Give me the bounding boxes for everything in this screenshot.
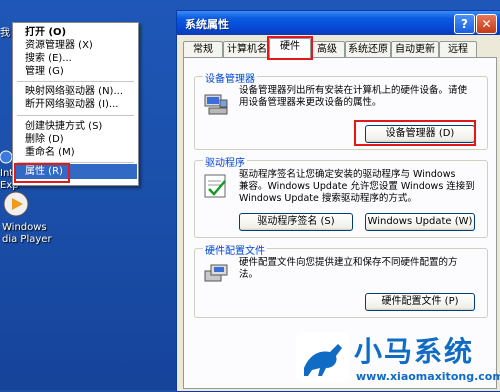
- tab-remote[interactable]: 远程: [439, 41, 477, 58]
- menu-item-rename[interactable]: 重命名 (M): [25, 146, 75, 160]
- desktop-icon-media-player[interactable]: Windows dia Player: [2, 190, 52, 246]
- dialog-title: 系统属性: [185, 18, 229, 31]
- hardware-profiles-group: 硬件配置文件 硬件配置文件向您提供建立和保存不同硬件配置的方 法。 硬件配置文件…: [194, 242, 488, 318]
- menu-item-manage[interactable]: 管理 (G): [25, 65, 64, 79]
- hardware-profiles-description: 硬件配置文件向您提供建立和保存不同硬件配置的方 法。: [239, 257, 458, 280]
- desktop-partial-label: 我: [0, 28, 10, 39]
- close-button[interactable]: ✕: [476, 14, 497, 34]
- device-manager-title: 设备管理器: [203, 70, 257, 85]
- help-icon: ?: [461, 17, 468, 31]
- drivers-title: 驱动程序: [203, 154, 247, 169]
- watermark-url: www.xiaomaxitong.com: [356, 370, 500, 383]
- highlight-box-properties: [14, 163, 70, 183]
- media-player-icon: [3, 191, 29, 217]
- tab-advanced[interactable]: 高级: [309, 41, 345, 58]
- hardware-profiles-title: 硬件配置文件: [203, 242, 267, 257]
- windows-update-button[interactable]: Windows Update (W): [365, 213, 475, 231]
- highlight-box-device-manager: [354, 120, 476, 146]
- help-button[interactable]: ?: [454, 14, 475, 34]
- watermark-text: 小马系统: [354, 335, 475, 368]
- device-manager-icon: [204, 94, 228, 115]
- tab-automatic-updates[interactable]: 自动更新: [391, 41, 439, 58]
- tab-general[interactable]: 常规: [183, 41, 223, 58]
- horse-logo-icon: [296, 332, 350, 382]
- menu-item-open[interactable]: 打开 (O): [25, 26, 66, 40]
- menu-separator: [17, 115, 134, 116]
- device-manager-description: 设备管理器列出所有安装在计算机上的硬件设备。请使 用设备管理器来更改设备的属性。: [239, 85, 468, 108]
- watermark: 小马系统 www.xiaomaxitong.com: [296, 328, 500, 388]
- menu-separator: [17, 81, 134, 82]
- highlight-box-hardware-tab: [267, 36, 313, 60]
- close-icon: ✕: [481, 17, 492, 31]
- title-bar[interactable]: 系统属性 ? ✕: [177, 11, 500, 35]
- tab-computer-name[interactable]: 计算机名: [223, 41, 271, 58]
- menu-item-map-drive[interactable]: 映射网络驱动器 (N)...: [25, 85, 123, 99]
- menu-item-explorer[interactable]: 资源管理器 (X): [25, 39, 93, 53]
- drivers-description: 驱动程序签名让您确定安装的驱动程序与 Windows 兼容。Windows Up…: [239, 169, 475, 204]
- menu-item-disconnect-drive[interactable]: 断开网络驱动器 (I)...: [25, 98, 118, 112]
- hardware-profiles-icon: [204, 264, 228, 282]
- hardware-profiles-button[interactable]: 硬件配置文件 (P): [365, 293, 475, 311]
- drivers-group: 驱动程序 驱动程序签名让您确定安装的驱动程序与 Windows 兼容。Windo…: [194, 154, 488, 238]
- tab-system-restore[interactable]: 系统还原: [345, 41, 391, 58]
- menu-item-search[interactable]: 搜索 (E)...: [25, 52, 72, 66]
- driver-signing-icon: [204, 174, 226, 198]
- menu-item-delete[interactable]: 删除 (D): [25, 133, 64, 147]
- menu-item-create-shortcut[interactable]: 创建快捷方式 (S): [25, 120, 102, 134]
- driver-signing-button[interactable]: 驱动程序签名 (S): [239, 213, 353, 231]
- context-menu: 打开 (O) 资源管理器 (X) 搜索 (E)... 管理 (G) 映射网络驱动…: [12, 22, 139, 186]
